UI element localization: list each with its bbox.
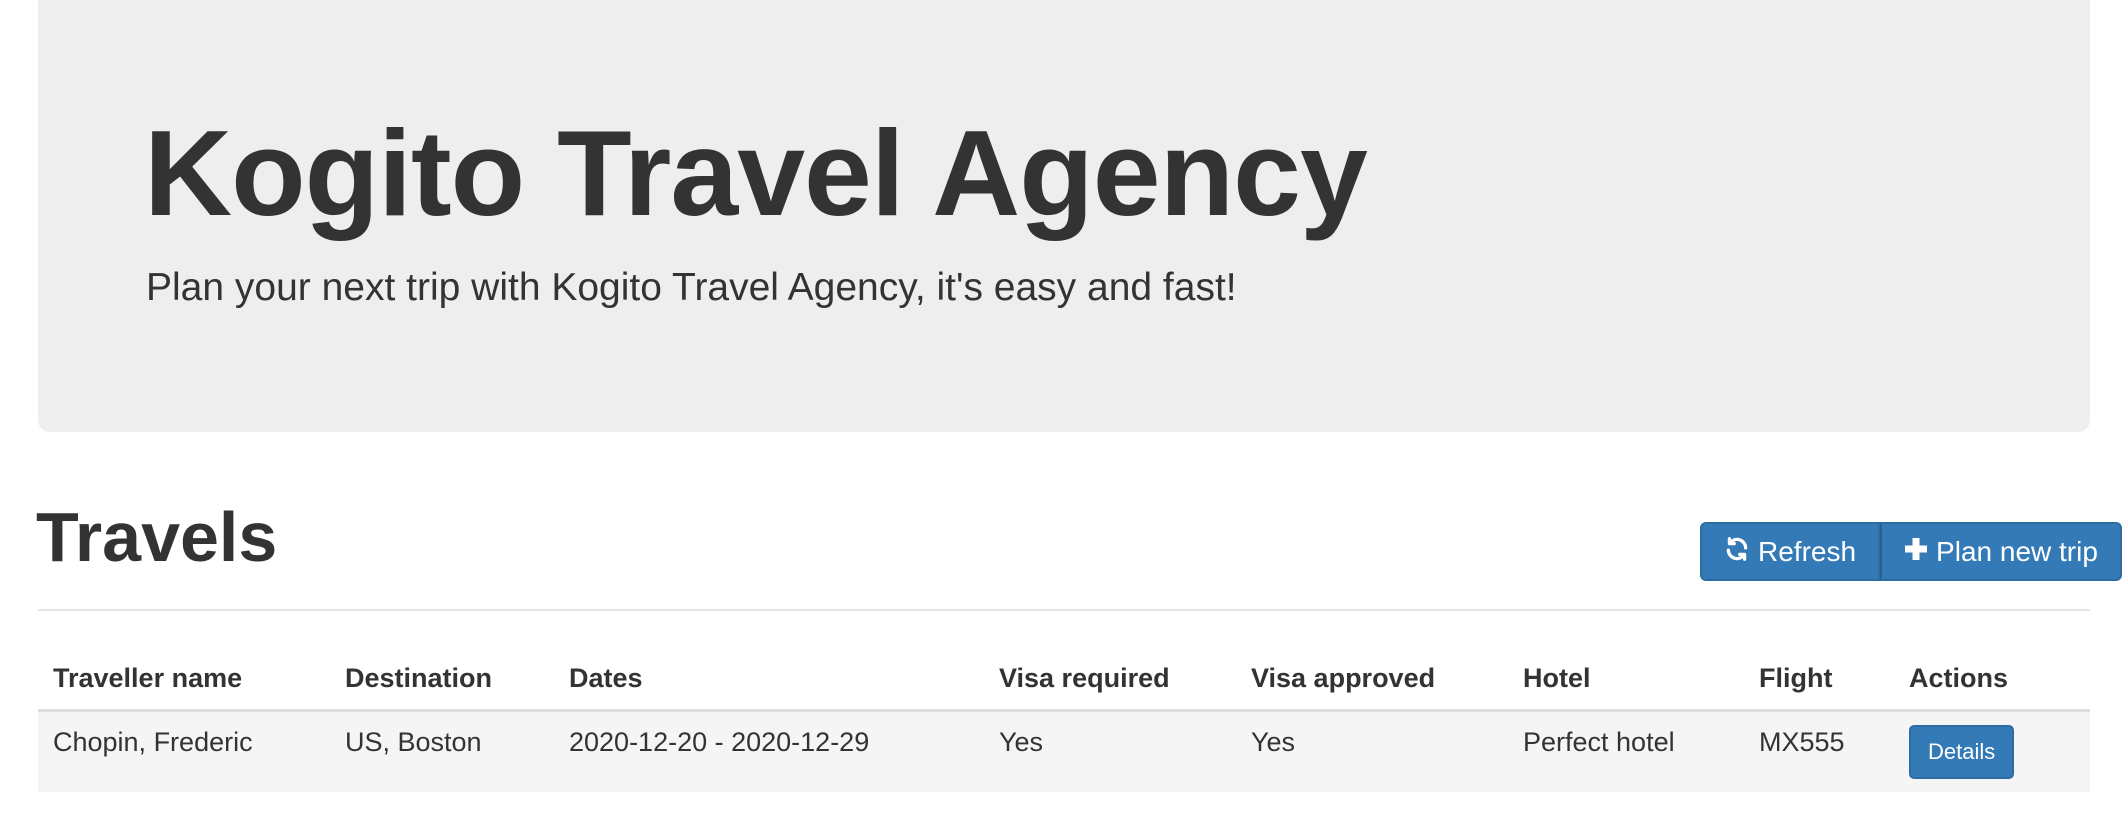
refresh-button[interactable]: Refresh (1700, 522, 1881, 581)
page: Kogito Travel Agency Plan your next trip… (0, 0, 2128, 830)
column-header-visa-required: Visa required (984, 648, 1236, 712)
page-title: Kogito Travel Agency (144, 105, 1368, 241)
travels-toolbar: Refresh Plan new trip (1700, 522, 2122, 581)
hotel: Perfect hotel (1523, 727, 1675, 758)
column-header-traveller: Traveller name (38, 648, 330, 712)
cell-actions: Details (1894, 710, 2090, 792)
column-header-visa-approved: Visa approved (1236, 648, 1508, 712)
dates: 2020-12-20 - 2020-12-29 (569, 727, 870, 758)
column-header-actions: Actions (1894, 648, 2090, 712)
column-header-hotel: Hotel (1508, 648, 1744, 712)
column-header-flight: Flight (1744, 648, 1894, 712)
jumbotron: Kogito Travel Agency Plan your next trip… (38, 0, 2090, 432)
cell-hotel: Perfect hotel (1508, 710, 1744, 792)
flight: MX555 (1759, 727, 1845, 758)
section-divider (38, 609, 2090, 611)
destination: US, Boston (345, 727, 482, 758)
plan-new-trip-button[interactable]: Plan new trip (1880, 522, 2122, 581)
refresh-label: Refresh (1758, 535, 1857, 567)
cell-visa-required: Yes (984, 710, 1236, 792)
cell-destination: US, Boston (330, 710, 554, 792)
column-header-destination: Destination (330, 648, 554, 712)
cell-visa-approved: Yes (1236, 710, 1508, 792)
table-row: Chopin, Frederic US, Boston 2020-12-20 -… (38, 710, 2090, 792)
cell-dates: 2020-12-20 - 2020-12-29 (554, 710, 984, 792)
cell-flight: MX555 (1744, 710, 1894, 792)
visa-approved: Yes (1251, 727, 1296, 758)
details-button[interactable]: Details (1909, 724, 2015, 779)
table-header-row: Traveller name Destination Dates Visa re… (38, 648, 2090, 712)
visa-required: Yes (999, 727, 1044, 758)
travels-table-container: Traveller name Destination Dates Visa re… (38, 648, 2090, 792)
travels-table: Traveller name Destination Dates Visa re… (38, 648, 2090, 792)
refresh-icon (1724, 536, 1750, 568)
cell-traveller: Chopin, Frederic (38, 710, 330, 792)
traveller-name: Chopin, Frederic (53, 727, 253, 758)
page-subtitle: Plan your next trip with Kogito Travel A… (146, 266, 1237, 309)
travels-heading: Travels (36, 498, 278, 576)
column-header-dates: Dates (554, 648, 984, 712)
plus-icon (1904, 537, 1928, 567)
plan-new-trip-label: Plan new trip (1936, 535, 2098, 567)
